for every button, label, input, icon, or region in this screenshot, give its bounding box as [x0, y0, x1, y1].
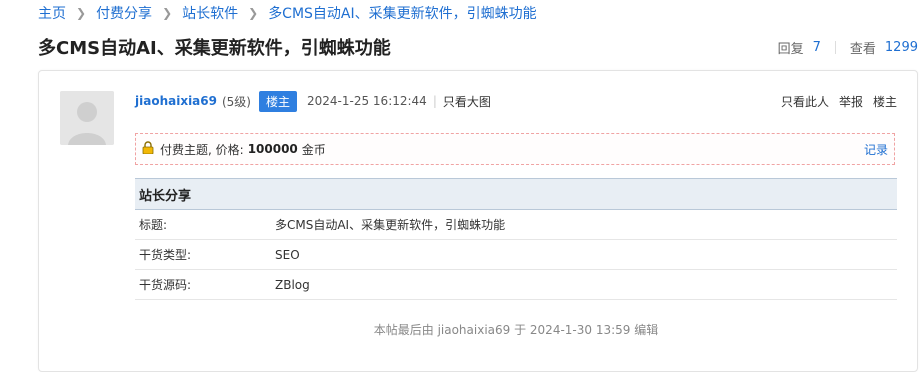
breadcrumb-current-thread[interactable]: 多CMS自动AI、采集更新软件，引蜘蛛功能 — [268, 3, 536, 23]
table-row: 干货类型: SEO — [135, 239, 897, 270]
post-card: jiaohaixia69 (5级) 楼主 2024-1-25 16:12:44 … — [38, 70, 918, 372]
avatar[interactable] — [60, 91, 114, 145]
breadcrumb: 主页 ❯ 付费分享 ❯ 站长软件 ❯ 多CMS自动AI、采集更新软件，引蜘蛛功能 — [38, 3, 537, 23]
view-large-images-link[interactable]: 只看大图 — [443, 93, 491, 110]
table-row: 干货源码: ZBlog — [135, 269, 897, 300]
replies-label: 回复 — [777, 42, 804, 57]
chevron-right-icon: ❯ — [248, 6, 259, 20]
only-this-author-link[interactable]: 只看此人 — [781, 93, 829, 110]
row-value-source: ZBlog — [271, 269, 897, 300]
stats-divider — [834, 41, 836, 54]
floor-link[interactable]: 楼主 — [873, 93, 897, 110]
replies-count: 7 — [812, 40, 821, 55]
table-header: 站长分享 — [135, 178, 897, 210]
thread-stats: 回复 7 查看 1299 — [778, 38, 918, 57]
paid-topic-label: 付费主题, 价格: — [160, 142, 244, 157]
report-link[interactable]: 举报 — [839, 93, 863, 110]
header-separator: | — [432, 94, 437, 108]
post-time: 2024-1-25 16:12:44 — [307, 94, 427, 108]
row-value-type: SEO — [271, 239, 897, 270]
breadcrumb-home[interactable]: 主页 — [38, 3, 66, 23]
breadcrumb-paid-share[interactable]: 付费分享 — [96, 3, 152, 23]
lock-icon — [142, 141, 154, 157]
last-edited-note: 本帖最后由 jiaohaixia69 于 2024-1-30 13:59 编辑 — [373, 323, 659, 337]
post-actions: 只看此人 举报 楼主 — [781, 93, 897, 110]
row-key-source: 干货源码: — [135, 269, 271, 300]
post-header: jiaohaixia69 (5级) 楼主 2024-1-25 16:12:44 … — [135, 90, 897, 112]
share-info-table: 站长分享 标题: 多CMS自动AI、采集更新软件，引蜘蛛功能 干货类型: SEO… — [135, 178, 897, 300]
chevron-right-icon: ❯ — [162, 6, 173, 20]
row-key-title: 标题: — [135, 209, 271, 240]
page-title: 多CMS自动AI、采集更新软件，引蜘蛛功能 — [38, 38, 391, 59]
breadcrumb-webmaster-software[interactable]: 站长软件 — [182, 3, 238, 23]
paid-topic-unit: 金币 — [301, 142, 326, 157]
chevron-right-icon: ❯ — [76, 6, 87, 20]
views-label: 查看 — [849, 42, 876, 57]
author-level: (5级) — [221, 94, 251, 109]
owner-badge: 楼主 — [258, 90, 297, 112]
table-row: 标题: 多CMS自动AI、采集更新软件，引蜘蛛功能 — [135, 209, 897, 240]
views-count: 1299 — [884, 40, 918, 55]
paid-topic-box: 付费主题, 价格: 100000 金币 记录 — [135, 133, 895, 165]
paid-topic-price: 100000 — [247, 142, 298, 156]
purchase-record-link[interactable]: 记录 — [864, 141, 888, 158]
row-value-title: 多CMS自动AI、采集更新软件，引蜘蛛功能 — [271, 209, 897, 240]
default-avatar-icon — [60, 91, 114, 145]
row-key-type: 干货类型: — [135, 239, 271, 270]
author-link[interactable]: jiaohaixia69 — [135, 94, 217, 108]
thread-title-row: 多CMS自动AI、采集更新软件，引蜘蛛功能 回复 7 查看 1299 — [38, 34, 920, 60]
